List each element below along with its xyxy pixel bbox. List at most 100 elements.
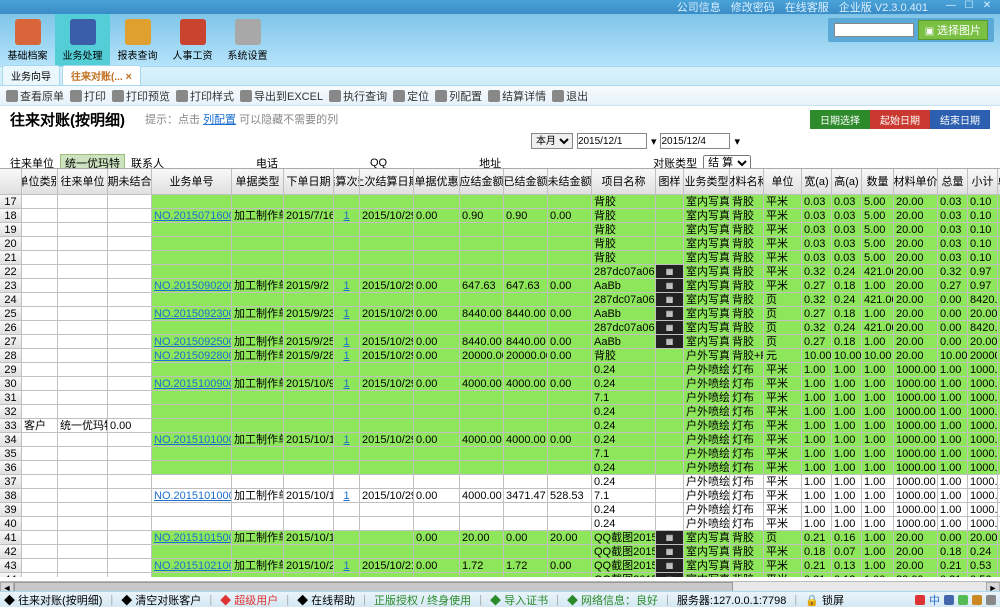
cell[interactable]: AaBb [592, 279, 656, 293]
cell[interactable] [22, 251, 58, 265]
cell[interactable] [232, 195, 284, 209]
cell[interactable] [504, 461, 548, 475]
hint-link[interactable]: 列配置 [203, 114, 236, 126]
cell[interactable]: 平米 [764, 545, 802, 559]
cell[interactable]: 加工制作单 [232, 531, 284, 545]
cell[interactable]: 0.13 [832, 573, 862, 577]
cell[interactable] [460, 251, 504, 265]
cell[interactable]: 背胶 [730, 335, 764, 349]
cell[interactable] [284, 419, 334, 433]
cell[interactable]: 20.00 [894, 209, 938, 223]
cell[interactable]: 平米 [764, 195, 802, 209]
cell[interactable] [152, 461, 232, 475]
cell[interactable] [58, 321, 108, 335]
cell[interactable] [232, 517, 284, 531]
cell[interactable]: 背胶 [592, 251, 656, 265]
cell[interactable] [108, 251, 152, 265]
cell[interactable]: 户外喷绘 [684, 419, 730, 433]
cell[interactable]: 0.21 [938, 573, 968, 577]
cell[interactable] [334, 447, 360, 461]
cell[interactable] [152, 447, 232, 461]
col-header[interactable]: 数量 [862, 169, 894, 195]
cell[interactable] [334, 475, 360, 489]
cell[interactable] [232, 475, 284, 489]
cell[interactable]: 0.10 [968, 251, 998, 265]
cell[interactable]: 421.00 [862, 293, 894, 307]
cell[interactable]: 4000.00 [460, 433, 504, 447]
cell[interactable]: 5.00 [862, 251, 894, 265]
cell[interactable]: 2015/10/29 [360, 279, 414, 293]
cell[interactable]: 0.21 [938, 559, 968, 573]
cell[interactable]: ▦ [656, 335, 684, 349]
cell[interactable] [232, 251, 284, 265]
cell[interactable] [22, 349, 58, 363]
cell[interactable]: 0.97 [968, 265, 998, 279]
cell[interactable]: 0.03 [802, 195, 832, 209]
cell[interactable] [232, 405, 284, 419]
col-header[interactable]: 应结金额 [460, 169, 504, 195]
toolbtn-打印预览[interactable]: 打印预览 [112, 88, 170, 104]
cell[interactable] [414, 405, 460, 419]
cell[interactable]: 1000.00 [968, 517, 998, 531]
cell[interactable] [360, 321, 414, 335]
cell[interactable] [22, 461, 58, 475]
cell[interactable] [284, 237, 334, 251]
cell[interactable]: 背胶 [730, 573, 764, 577]
cell[interactable]: ▦ [656, 265, 684, 279]
bill-link[interactable]: NO.20151015004 [154, 532, 232, 544]
cell[interactable]: AaBb [592, 335, 656, 349]
cell[interactable] [656, 433, 684, 447]
cell[interactable]: 室内写真 [684, 195, 730, 209]
cell[interactable]: 1 [334, 307, 360, 321]
cell[interactable]: 0.00 [414, 531, 460, 545]
cell[interactable]: 0.00 [414, 433, 460, 447]
cell[interactable]: NO.20151021001 [152, 559, 232, 573]
cell[interactable]: 背胶+PVC (3mm) [730, 349, 764, 363]
cell[interactable] [334, 517, 360, 531]
cell[interactable]: 户外喷绘 [684, 377, 730, 391]
cell[interactable] [334, 321, 360, 335]
cell[interactable]: 5.00 [862, 209, 894, 223]
cell[interactable]: 室内写真 [684, 209, 730, 223]
cell[interactable] [232, 545, 284, 559]
cell[interactable]: 页 [764, 321, 802, 335]
cell[interactable] [656, 461, 684, 475]
cell[interactable] [414, 293, 460, 307]
cell[interactable] [58, 517, 108, 531]
cell[interactable] [58, 461, 108, 475]
cell[interactable]: ▦ [656, 307, 684, 321]
cell[interactable]: 20.00 [894, 265, 938, 279]
cell[interactable]: 1.00 [862, 279, 894, 293]
cell[interactable]: 0.03 [938, 223, 968, 237]
cell[interactable] [108, 433, 152, 447]
cell[interactable]: 1.00 [802, 461, 832, 475]
cell[interactable] [334, 503, 360, 517]
cell[interactable]: 1.00 [938, 391, 968, 405]
cell[interactable]: 1000.00 [894, 433, 938, 447]
cell[interactable]: 1000.00 [968, 489, 998, 503]
cell[interactable]: QQ截图20151 [592, 531, 656, 545]
cell[interactable] [360, 573, 414, 577]
cell[interactable]: 1.00 [862, 419, 894, 433]
cell[interactable] [152, 475, 232, 489]
cell[interactable]: 1 [334, 209, 360, 223]
cell[interactable]: 灯布 [730, 461, 764, 475]
cell[interactable]: 0.53 [968, 559, 998, 573]
cell[interactable]: 0.21 [802, 573, 832, 577]
cell[interactable]: 1.00 [938, 377, 968, 391]
cell[interactable]: 20.00 [894, 573, 938, 577]
cell[interactable]: 1.00 [802, 447, 832, 461]
cell[interactable]: 1.00 [802, 391, 832, 405]
cell[interactable]: 室内写真 [684, 279, 730, 293]
cell[interactable]: ▦ [656, 531, 684, 545]
cell[interactable]: 0.00 [504, 531, 548, 545]
cell[interactable]: 0.00 [548, 349, 592, 363]
cell[interactable]: 0.24 [832, 293, 862, 307]
tray-icon[interactable] [915, 595, 925, 605]
cell[interactable]: 0.10 [968, 209, 998, 223]
cell[interactable]: 1.00 [802, 419, 832, 433]
cell[interactable] [108, 405, 152, 419]
cell[interactable]: 灯布 [730, 419, 764, 433]
cell[interactable]: 平米 [764, 237, 802, 251]
cell[interactable] [58, 209, 108, 223]
